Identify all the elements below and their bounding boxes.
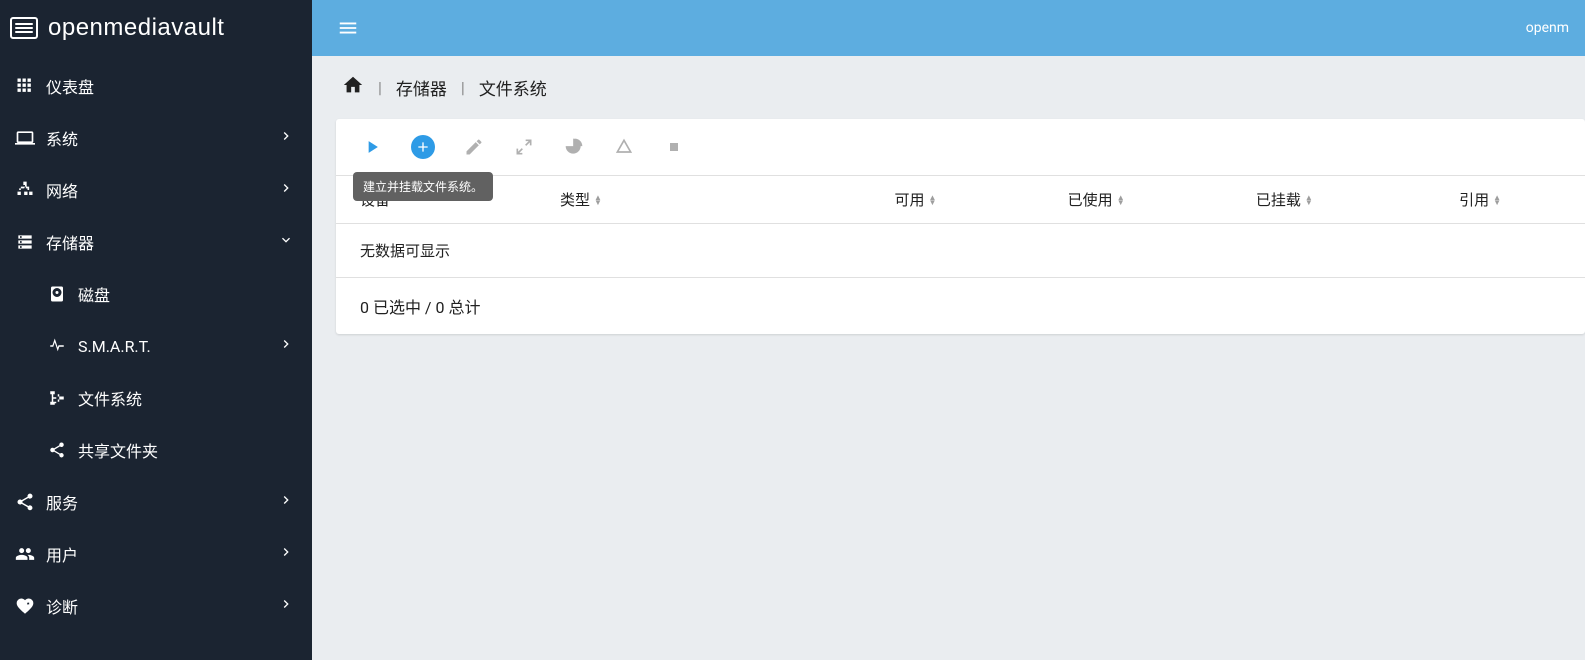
brand-icon [10, 17, 38, 39]
sidebar-item-network[interactable]: 网络 [0, 164, 312, 216]
sidebar-item-label: 用户 [46, 542, 278, 566]
panel-toolbar: 建立并挂载文件系统。 [336, 119, 1585, 175]
column-used[interactable]: 已使用▲▼ [936, 189, 1124, 210]
chevron-right-icon [278, 128, 294, 148]
chevron-right-icon [278, 492, 294, 512]
breadcrumb-item[interactable]: 存储器 [390, 75, 453, 100]
sidebar-item-label: 磁盘 [78, 282, 294, 306]
network-icon [10, 180, 40, 200]
topbar-user[interactable]: openm [1526, 20, 1569, 36]
sort-icon: ▲▼ [1305, 195, 1313, 205]
chevron-right-icon [278, 544, 294, 564]
brand-text: openmediavault [48, 14, 224, 42]
sidebar-item-label: 存储器 [46, 230, 278, 254]
sidebar-item-label: 文件系统 [78, 386, 294, 410]
tree-icon [42, 389, 72, 407]
brand-logo[interactable]: openmediavault [0, 0, 312, 56]
resize-button[interactable] [512, 135, 536, 159]
column-referenced[interactable]: 引用▲▼ [1313, 189, 1501, 210]
laptop-icon [10, 128, 40, 148]
users-icon [10, 544, 40, 564]
main-area: openm | 存储器 | 文件系统 建立并挂载文件系统。 [312, 0, 1585, 660]
sort-icon: ▲▼ [1493, 195, 1501, 205]
share-icon [42, 441, 72, 459]
table-empty-message: 无数据可显示 [336, 223, 1585, 277]
pulse-icon [42, 337, 72, 355]
column-type[interactable]: 类型▲▼ [560, 189, 748, 210]
sidebar: openmediavault 仪表盘 系统 网络 存储器 [0, 0, 312, 660]
sidebar-item-label: 诊断 [46, 594, 278, 618]
column-available[interactable]: 可用▲▼ [748, 189, 936, 210]
quota-button[interactable] [562, 135, 586, 159]
heart-pulse-icon [10, 596, 40, 616]
filesystems-panel: 建立并挂载文件系统。 [336, 119, 1585, 334]
topbar: openm [312, 0, 1585, 56]
delete-button[interactable] [662, 135, 686, 159]
breadcrumb-home[interactable] [336, 74, 370, 101]
table-footer: 0 已选中 / 0 总计 [336, 277, 1585, 334]
sidebar-item-label: 网络 [46, 178, 278, 202]
breadcrumb-separator: | [453, 78, 473, 97]
menu-toggle-button[interactable] [328, 8, 368, 48]
breadcrumb-item[interactable]: 文件系统 [473, 75, 553, 100]
sort-icon: ▲▼ [928, 195, 936, 205]
unmount-button[interactable] [612, 135, 636, 159]
sidebar-item-system[interactable]: 系统 [0, 112, 312, 164]
sidebar-item-diagnostics[interactable]: 诊断 [0, 580, 312, 632]
sidebar-item-filesystems[interactable]: 文件系统 [0, 372, 312, 424]
share-icon [10, 492, 40, 512]
chevron-down-icon [278, 232, 294, 252]
sidebar-item-shared-folders[interactable]: 共享文件夹 [0, 424, 312, 476]
chevron-right-icon [278, 336, 294, 356]
sidebar-item-services[interactable]: 服务 [0, 476, 312, 528]
hdd-icon [42, 285, 72, 303]
sort-icon: ▲▼ [594, 195, 602, 205]
grid-icon [10, 76, 40, 96]
sidebar-item-disks[interactable]: 磁盘 [0, 268, 312, 320]
table-header: 设备 类型▲▼ 可用▲▼ 已使用▲▼ 已挂载▲▼ 引用▲▼ [336, 175, 1585, 223]
chevron-right-icon [278, 180, 294, 200]
sidebar-item-label: 共享文件夹 [78, 438, 294, 462]
sidebar-nav: 仪表盘 系统 网络 存储器 磁盘 S [0, 56, 312, 632]
breadcrumb-separator: | [370, 78, 390, 97]
sidebar-item-users[interactable]: 用户 [0, 528, 312, 580]
sidebar-item-storage[interactable]: 存储器 [0, 216, 312, 268]
content-region: | 存储器 | 文件系统 建立并挂载文件系统。 [312, 56, 1585, 660]
sidebar-item-label: 服务 [46, 490, 278, 514]
storage-icon [10, 232, 40, 252]
sidebar-item-label: 系统 [46, 126, 278, 150]
breadcrumb: | 存储器 | 文件系统 [312, 56, 1585, 111]
column-mounted[interactable]: 已挂载▲▼ [1125, 189, 1313, 210]
edit-button[interactable] [462, 135, 486, 159]
mount-button[interactable] [360, 135, 384, 159]
sidebar-item-dashboard[interactable]: 仪表盘 [0, 60, 312, 112]
sidebar-item-smart[interactable]: S.M.A.R.T. [0, 320, 312, 372]
create-button[interactable]: 建立并挂载文件系统。 [410, 134, 436, 160]
plus-circle-icon [411, 135, 435, 159]
tooltip: 建立并挂载文件系统。 [353, 172, 493, 201]
sidebar-item-label: S.M.A.R.T. [78, 337, 278, 356]
chevron-right-icon [278, 596, 294, 616]
sidebar-item-label: 仪表盘 [46, 74, 294, 98]
sort-icon: ▲▼ [1117, 195, 1125, 205]
